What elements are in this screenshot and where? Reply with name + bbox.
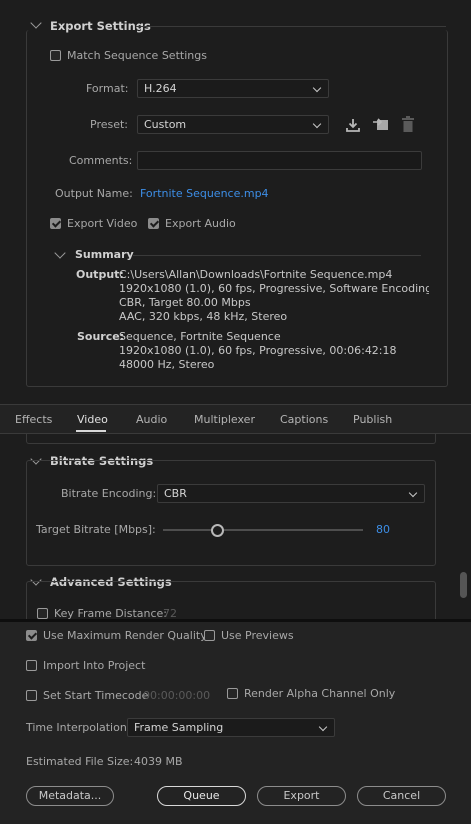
max-render-quality-checkbox[interactable] — [26, 630, 37, 641]
output-label: Output: — [76, 268, 124, 281]
output-line: 1920x1080 (1.0), 60 fps, Progressive, So… — [119, 282, 429, 295]
source-line: Sequence, Fortnite Sequence — [119, 330, 281, 343]
output-line: CBR, Target 80.00 Mbps — [119, 296, 251, 309]
export-audio-label: Export Audio — [165, 217, 236, 230]
key-frame-checkbox[interactable] — [37, 608, 48, 619]
bitrate-encoding-value: CBR — [164, 487, 187, 500]
time-interpolation-dropdown[interactable]: Frame Sampling — [127, 718, 335, 737]
target-bitrate-label: Target Bitrate [Mbps]: — [36, 523, 156, 536]
format-label: Format: — [86, 82, 129, 95]
tab-captions[interactable]: Captions — [280, 413, 328, 426]
comments-input[interactable] — [137, 151, 422, 170]
tab-video[interactable]: Video — [77, 413, 108, 426]
header-divider — [136, 26, 446, 27]
time-interpolation-value: Frame Sampling — [134, 721, 224, 734]
start-timecode-checkbox[interactable] — [26, 690, 37, 701]
output-line: AAC, 320 kbps, 48 kHz, Stereo — [119, 310, 288, 323]
output-name-link[interactable]: Fortnite Sequence.mp4 — [140, 187, 269, 200]
video-settings-panel: Bitrate Settings Bitrate Encoding: CBR T… — [0, 434, 471, 620]
import-into-project-label: Import Into Project — [43, 659, 146, 672]
summary-title: Summary — [75, 248, 134, 261]
bitrate-box — [26, 460, 436, 566]
estimated-size-label: Estimated File Size: — [26, 755, 134, 768]
export-button[interactable]: Export — [257, 786, 346, 806]
max-render-quality-label: Use Maximum Render Quality — [43, 629, 207, 642]
output-name-label: Output Name: — [55, 187, 133, 200]
chevron-down-icon — [408, 488, 418, 498]
tab-publish[interactable]: Publish — [353, 413, 392, 426]
format-dropdown[interactable]: H.264 — [137, 79, 329, 98]
source-line: 1920x1080 (1.0), 60 fps, Progressive, 00… — [119, 344, 397, 357]
export-video-checkbox[interactable] — [50, 218, 61, 229]
target-bitrate-slider-handle[interactable] — [211, 524, 224, 537]
start-timecode-value: 00:00:00:00 — [143, 689, 211, 702]
preset-label: Preset: — [90, 118, 129, 131]
start-timecode-label: Set Start Timecode — [43, 689, 149, 702]
tab-audio[interactable]: Audio — [136, 413, 167, 426]
metadata-button[interactable]: Metadata... — [26, 786, 114, 806]
cancel-button[interactable]: Cancel — [357, 786, 446, 806]
chevron-down-icon — [312, 119, 322, 129]
bitrate-encoding-dropdown[interactable]: CBR — [157, 484, 425, 503]
panel-divider — [0, 619, 471, 622]
import-into-project-checkbox[interactable] — [26, 660, 37, 671]
source-line: 48000 Hz, Stereo — [119, 358, 215, 371]
use-previews-checkbox[interactable] — [204, 630, 215, 641]
export-video-label: Export Video — [67, 217, 138, 230]
trash-icon[interactable] — [401, 116, 415, 133]
scrollbar-thumb[interactable] — [460, 572, 467, 598]
tab-video-underline — [76, 430, 106, 432]
match-sequence-checkbox[interactable] — [50, 50, 61, 61]
bitrate-encoding-label: Bitrate Encoding: — [61, 487, 157, 500]
tab-effects[interactable]: Effects — [15, 413, 52, 426]
save-preset-icon[interactable] — [345, 117, 361, 133]
previous-section-edge — [26, 434, 436, 444]
output-summary: C:\Users\Allan\Downloads\Fortnite Sequen… — [119, 268, 429, 324]
summary-divider — [133, 255, 421, 256]
target-bitrate-slider-track[interactable] — [163, 529, 363, 531]
source-label: Source: — [77, 330, 125, 343]
preset-dropdown[interactable]: Custom — [137, 115, 329, 134]
target-bitrate-value[interactable]: 80 — [376, 523, 390, 536]
render-alpha-label: Render Alpha Channel Only — [244, 687, 396, 700]
estimated-size-value: 4039 MB — [134, 755, 183, 768]
match-sequence-label: Match Sequence Settings — [67, 49, 207, 62]
queue-button[interactable]: Queue — [157, 786, 246, 806]
output-line: C:\Users\Allan\Downloads\Fortnite Sequen… — [119, 268, 393, 281]
comments-label: Comments: — [69, 154, 133, 167]
chevron-down-icon — [312, 83, 322, 93]
import-preset-icon[interactable] — [372, 117, 390, 133]
preset-value: Custom — [144, 118, 187, 131]
export-audio-checkbox[interactable] — [148, 218, 159, 229]
time-interpolation-label: Time Interpolation: — [26, 721, 131, 734]
use-previews-label: Use Previews — [221, 629, 294, 642]
chevron-down-icon — [318, 722, 328, 732]
format-value: H.264 — [144, 82, 177, 95]
source-summary: Sequence, Fortnite Sequence 1920x1080 (1… — [119, 330, 429, 372]
tab-multiplexer[interactable]: Multiplexer — [194, 413, 255, 426]
render-alpha-checkbox[interactable] — [227, 688, 238, 699]
